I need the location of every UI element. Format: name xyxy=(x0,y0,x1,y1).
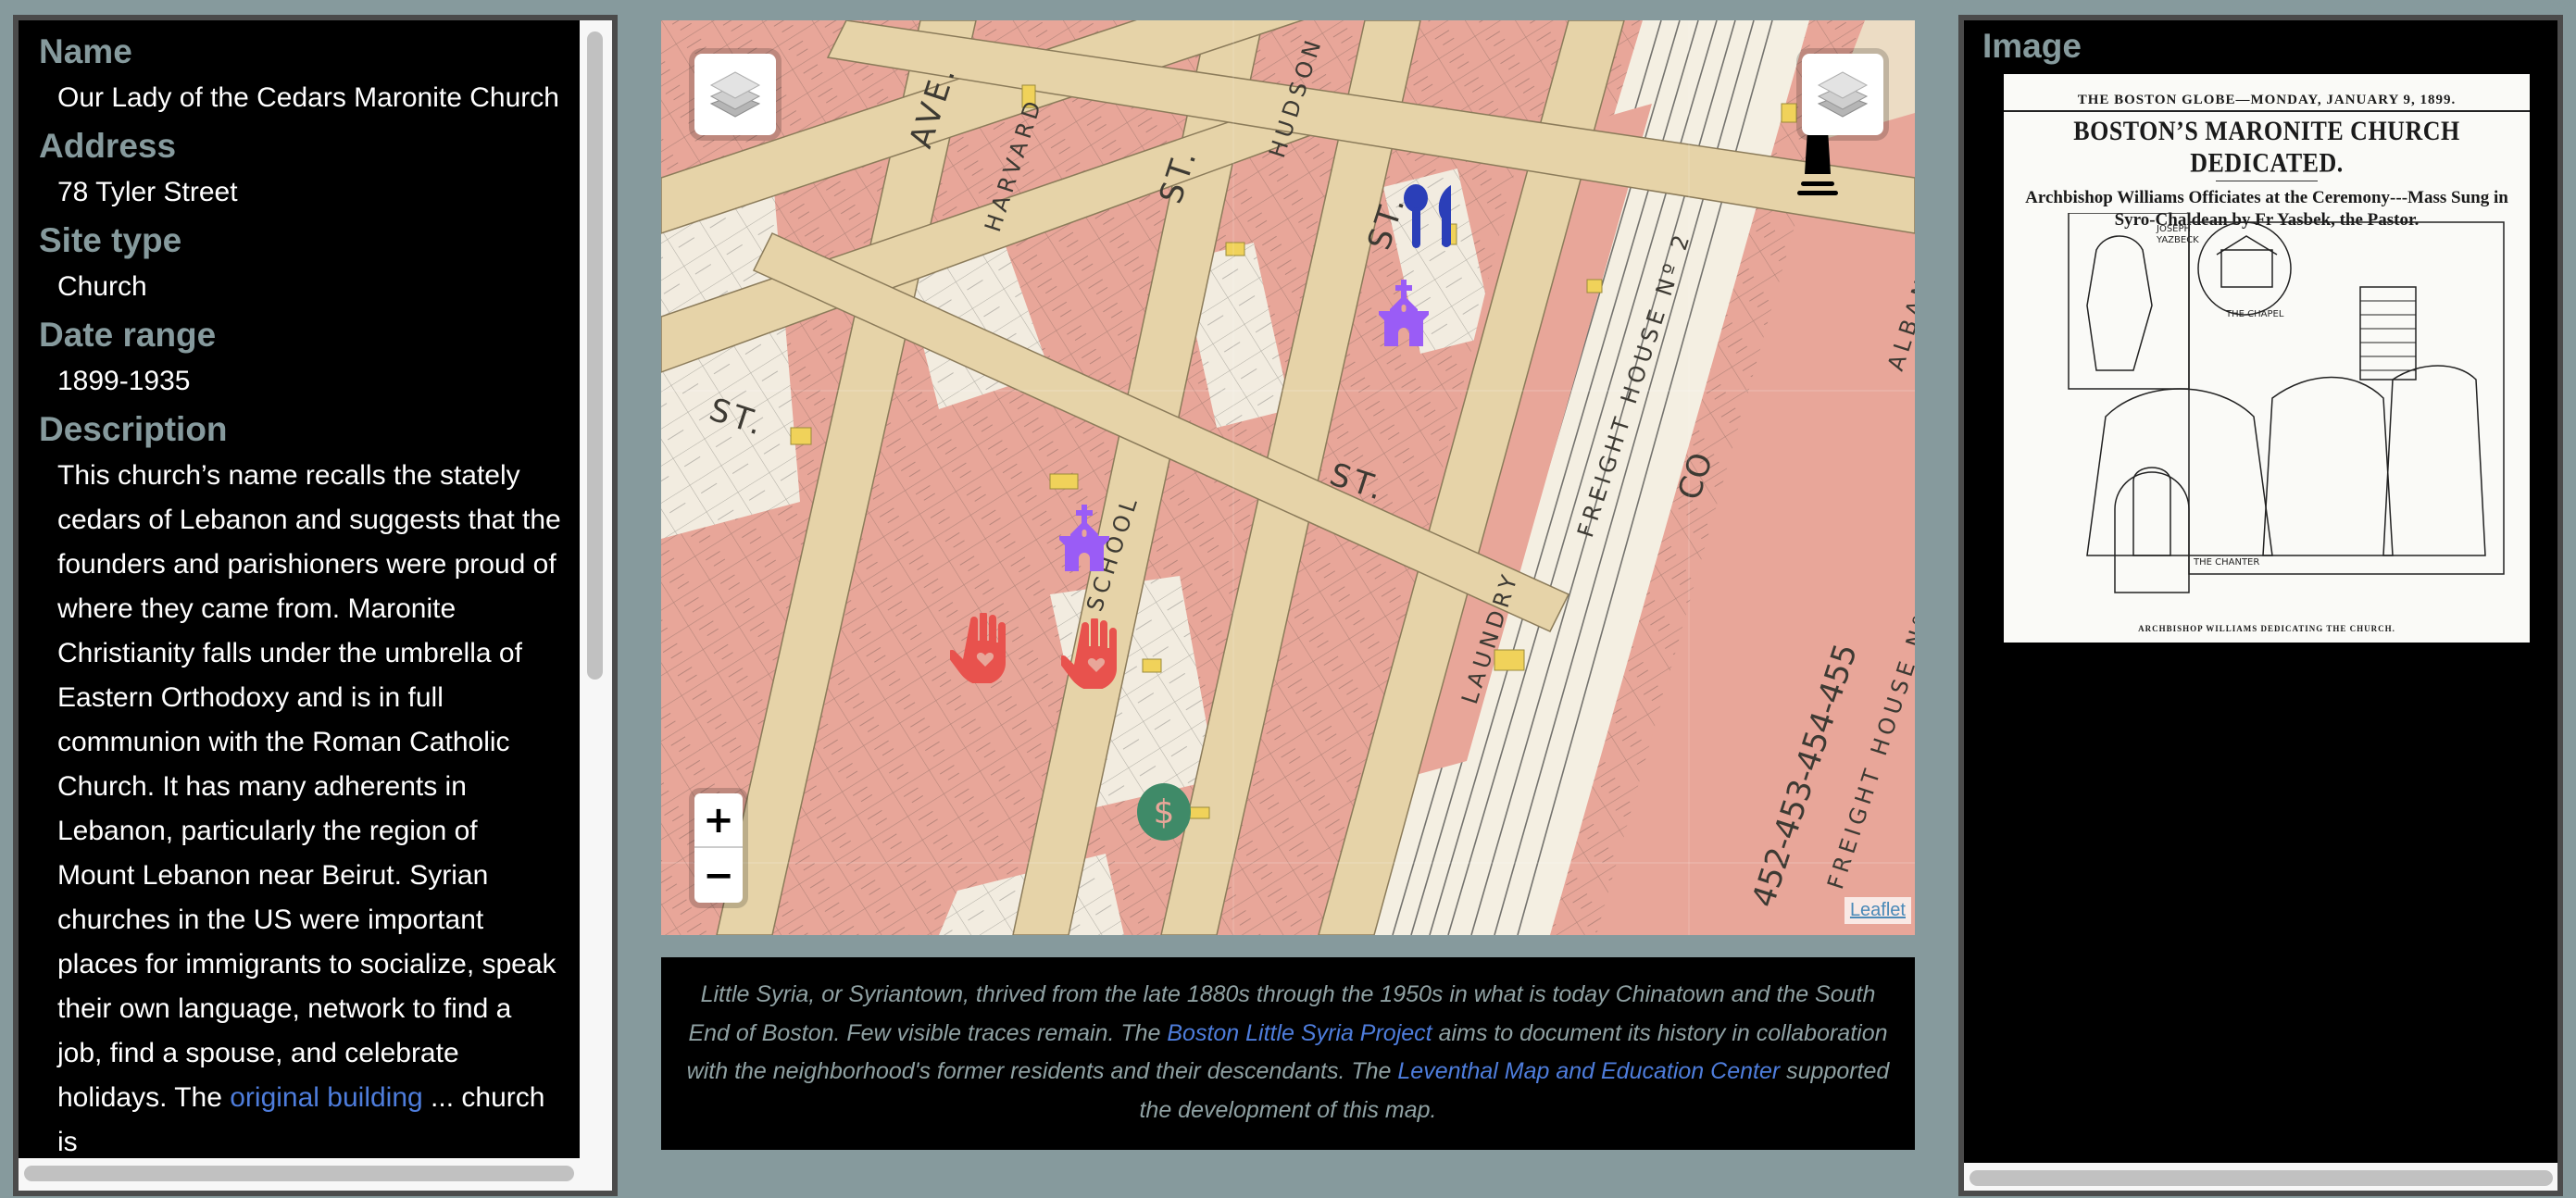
horizontal-scrollbar-thumb[interactable] xyxy=(1970,1170,2553,1186)
newspaper-headline: BOSTON’S MARONITE CHURCH DEDICATED. xyxy=(2073,115,2460,179)
name-value: Our Lady of the Cedars Maronite Church xyxy=(57,82,559,113)
hand-heart-icon[interactable] xyxy=(950,613,1011,683)
zoom-in-button[interactable]: + xyxy=(694,793,743,848)
date-range-value: 1899-1935 xyxy=(57,366,191,396)
image-label: Image xyxy=(1982,27,2082,65)
illustration-label-chanter: THE CHANTER xyxy=(2193,557,2259,568)
site-type-value: Church xyxy=(57,271,147,302)
site-info-scroll-area[interactable]: Name Our Lady of the Cedars Maronite Chu… xyxy=(19,20,589,1158)
site-type-label: Site type xyxy=(39,221,182,259)
map-basemap: AVE. ST. ST. ST. ST. HARVARD HUDSON FREI… xyxy=(661,20,1915,935)
address-label: Address xyxy=(39,127,177,165)
description-text: This church’s name recalls the stately c… xyxy=(57,460,561,1113)
newspaper-masthead: THE BOSTON GLOBE—MONDAY, JANUARY 9, 1899… xyxy=(2004,93,2530,112)
church-icon[interactable] xyxy=(1056,505,1113,571)
layers-icon xyxy=(709,71,761,118)
layers-icon xyxy=(1817,71,1869,118)
image-panel: Image THE BOSTON GLOBE—MONDAY, JANUARY 9… xyxy=(1958,15,2563,1196)
description-label: Description xyxy=(39,410,228,448)
name-label: Name xyxy=(39,32,132,70)
newspaper-illustration: JOSEPH YAZBECK THE CHAPEL THE CHANTER xyxy=(2068,213,2505,593)
layers-control-button[interactable] xyxy=(694,54,776,135)
address-value: 78 Tyler Street xyxy=(57,177,238,207)
description-value: This church’s name recalls the stately c… xyxy=(19,454,589,1158)
horizontal-scrollbar[interactable] xyxy=(1964,1163,2557,1191)
original-building-link[interactable]: original building xyxy=(230,1082,422,1113)
map-intro-caption: Little Syria, or Syriantown, thrived fro… xyxy=(661,957,1915,1150)
dollar-icon[interactable]: $ xyxy=(1137,783,1191,841)
date-range-label: Date range xyxy=(39,316,217,354)
monument-icon[interactable] xyxy=(1796,130,1839,209)
leventhal-center-link[interactable]: Leventhal Map and Education Center xyxy=(1397,1058,1780,1084)
leaflet-attribution-link[interactable]: Leaflet xyxy=(1844,897,1911,924)
newspaper-clipping-image: THE BOSTON GLOBE—MONDAY, JANUARY 9, 1899… xyxy=(2004,74,2530,643)
zoom-out-button[interactable]: − xyxy=(694,848,743,903)
utensils-icon[interactable] xyxy=(1403,183,1455,250)
horizontal-scrollbar[interactable] xyxy=(19,1158,612,1191)
site-info-panel: Name Our Lady of the Cedars Maronite Chu… xyxy=(13,15,618,1196)
vertical-scrollbar-thumb[interactable] xyxy=(587,31,603,680)
hand-heart-icon[interactable] xyxy=(1061,618,1122,689)
boston-little-syria-project-link[interactable]: Boston Little Syria Project xyxy=(1167,1020,1432,1046)
horizontal-scrollbar-thumb[interactable] xyxy=(24,1166,574,1181)
vertical-scrollbar[interactable] xyxy=(580,20,612,1158)
illustration-label-rector-2: YAZBECK xyxy=(2156,235,2199,245)
illustration-label-chapel: THE CHAPEL xyxy=(2225,309,2284,319)
newspaper-illustration-caption: ARCHBISHOP WILLIAMS DEDICATING THE CHURC… xyxy=(2138,624,2395,633)
illustration-label-rector: JOSEPH xyxy=(2156,224,2191,234)
overlay-layers-control-button[interactable] xyxy=(1802,54,1883,135)
historic-map[interactable]: AVE. ST. ST. ST. ST. HARVARD HUDSON FREI… xyxy=(661,20,1915,935)
zoom-control: + − xyxy=(694,793,743,903)
church-icon[interactable] xyxy=(1375,280,1432,346)
